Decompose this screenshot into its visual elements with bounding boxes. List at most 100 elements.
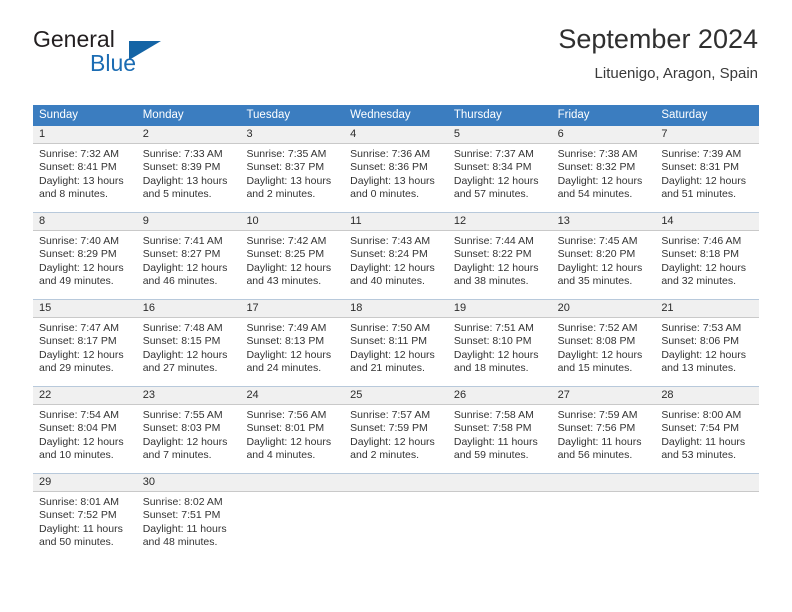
day-cell-27[interactable]: Sunrise: 7:59 AM Sunset: 7:56 PM Daylight:… <box>552 405 656 473</box>
title-block: September 2024 Lituenigo, Aragon, Spain <box>558 22 758 84</box>
day-daylight-text: and 35 minutes. <box>557 275 633 288</box>
day-cell-13[interactable]: Sunrise: 7:45 AM Sunset: 8:20 PM Daylight:… <box>552 231 656 299</box>
day-number-24[interactable]: 24 <box>240 387 344 404</box>
day-cell-15[interactable]: Sunrise: 7:47 AM Sunset: 8:17 PM Daylight:… <box>33 318 137 386</box>
calendar-weekday-header: Sunday Monday Tuesday Wednesday Thursday Frid… <box>33 105 759 126</box>
day-sunset-text: Sunset: 8:06 PM <box>661 335 739 348</box>
day-cell-4[interactable]: Sunrise: 7:36 AM Sunset: 8:36 PM Daylight:… <box>344 144 448 212</box>
page-title: September 2024 <box>558 24 758 54</box>
day-number-8[interactable]: 8 <box>33 213 137 230</box>
day-number-23[interactable]: 23 <box>137 387 241 404</box>
weekday-header-thursday: Thursday <box>453 109 502 121</box>
day-number-9[interactable]: 9 <box>137 213 241 230</box>
day-daylight-text: and 7 minutes. <box>142 449 212 462</box>
day-cell-16[interactable]: Sunrise: 7:48 AM Sunset: 8:15 PM Daylight:… <box>137 318 241 386</box>
day-number-22[interactable]: 22 <box>33 387 137 404</box>
day-cell-3[interactable]: Sunrise: 7:35 AM Sunset: 8:37 PM Daylight:… <box>240 144 344 212</box>
day-number-20[interactable]: 20 <box>552 300 656 317</box>
weekday-header-friday: Friday <box>557 109 590 121</box>
day-sunset-text: Sunset: 7:52 PM <box>39 509 117 522</box>
day-cell-25[interactable]: Sunrise: 7:57 AM Sunset: 7:59 PM Daylight:… <box>344 405 448 473</box>
day-number-11[interactable]: 11 <box>344 213 448 230</box>
day-cell-11[interactable]: Sunrise: 7:43 AM Sunset: 8:24 PM Daylight:… <box>344 231 448 299</box>
day-cell-2[interactable]: Sunrise: 7:33 AM Sunset: 8:39 PM Daylight:… <box>137 144 241 212</box>
day-number-2[interactable]: 2 <box>137 126 241 143</box>
day-number-26[interactable]: 26 <box>448 387 552 404</box>
day-cell-9[interactable]: Sunrise: 7:41 AM Sunset: 8:27 PM Daylight:… <box>137 231 241 299</box>
day-number-5[interactable]: 5 <box>448 126 552 143</box>
day-sunset-text: Sunset: 8:22 PM <box>453 248 532 261</box>
weekday-header-sunday: Sunday <box>39 109 79 121</box>
day-cell-29[interactable]: Sunrise: 8:01 AM Sunset: 7:52 PM Daylight:… <box>33 492 137 560</box>
day-number-14[interactable]: 14 <box>655 213 759 230</box>
day-cell-21[interactable]: Sunrise: 7:53 AM Sunset: 8:06 PM Daylight:… <box>655 318 759 386</box>
day-cell-30[interactable]: Sunrise: 8:02 AM Sunset: 7:51 PM Daylight:… <box>137 492 241 560</box>
day-number-6[interactable]: 6 <box>552 126 656 143</box>
day-sunset-text: Sunset: 8:04 PM <box>39 422 117 435</box>
day-sunset-text: Sunset: 7:59 PM <box>350 422 428 435</box>
day-cell-17[interactable]: Sunrise: 7:49 AM Sunset: 8:13 PM Daylight:… <box>240 318 344 386</box>
day-cell-12[interactable]: Sunrise: 7:44 AM Sunset: 8:22 PM Daylight:… <box>448 231 552 299</box>
day-number-empty <box>655 474 759 491</box>
day-cell-22[interactable]: Sunrise: 7:54 AM Sunset: 8:04 PM Daylight:… <box>33 405 137 473</box>
day-sunrise-text: Sunrise: 7:41 AM <box>142 235 223 247</box>
day-daylight-text: and 2 minutes. <box>246 188 316 201</box>
day-daylight-text: and 56 minutes. <box>557 449 633 462</box>
day-cell-6[interactable]: Sunrise: 7:38 AM Sunset: 8:32 PM Daylight:… <box>552 144 656 212</box>
day-cell-7[interactable]: Sunrise: 7:39 AM Sunset: 8:31 PM Daylight:… <box>655 144 759 212</box>
day-cell-26[interactable]: Sunrise: 7:58 AM Sunset: 7:58 PM Daylight:… <box>448 405 552 473</box>
day-sunrise-text: Sunrise: 7:35 AM <box>246 148 327 160</box>
day-sunrise-text: Sunrise: 7:57 AM <box>350 409 431 421</box>
day-number-15[interactable]: 15 <box>33 300 137 317</box>
day-cell-empty <box>552 492 656 560</box>
day-cell-23[interactable]: Sunrise: 7:55 AM Sunset: 8:03 PM Daylight:… <box>137 405 241 473</box>
day-daylight-text: Daylight: 13 hours <box>39 174 124 187</box>
day-sunrise-text: Sunrise: 7:56 AM <box>246 409 327 421</box>
day-number-10[interactable]: 10 <box>240 213 344 230</box>
day-daylight-text: Daylight: 12 hours <box>39 435 124 448</box>
week-detail-row: Sunrise: 7:54 AM Sunset: 8:04 PM Daylight:… <box>33 405 759 473</box>
day-daylight-text: and 2 minutes. <box>350 449 420 462</box>
day-cell-empty <box>344 492 448 560</box>
day-number-16[interactable]: 16 <box>137 300 241 317</box>
day-number-29[interactable]: 29 <box>33 474 137 491</box>
day-daylight-text: and 48 minutes. <box>142 536 218 549</box>
day-number-25[interactable]: 25 <box>344 387 448 404</box>
day-number-19[interactable]: 19 <box>448 300 552 317</box>
day-sunrise-text: Sunrise: 7:54 AM <box>39 409 119 421</box>
day-number-17[interactable]: 17 <box>240 300 344 317</box>
logo-general-blue[interactable]: General Blue <box>33 26 263 88</box>
day-number-30[interactable]: 30 <box>137 474 241 491</box>
calendar-week-row: 8 9 10 11 12 13 14 Sunrise: 7:40 AM Sunset: 8:29… <box>33 212 759 299</box>
day-number-18[interactable]: 18 <box>344 300 448 317</box>
day-cell-24[interactable]: Sunrise: 7:56 AM Sunset: 8:01 PM Daylight:… <box>240 405 344 473</box>
day-cell-28[interactable]: Sunrise: 8:00 AM Sunset: 7:54 PM Daylight:… <box>655 405 759 473</box>
day-number-4[interactable]: 4 <box>344 126 448 143</box>
day-daylight-text: Daylight: 12 hours <box>142 348 228 361</box>
calendar-week-row: 22 23 24 25 26 27 28 Sunrise: 7:54 AM Sunset: 8:… <box>33 386 759 473</box>
day-sunrise-text: Sunrise: 7:43 AM <box>350 235 431 247</box>
day-daylight-text: and 18 minutes. <box>453 362 529 375</box>
day-number-1[interactable]: 1 <box>33 126 137 143</box>
day-number-3[interactable]: 3 <box>240 126 344 143</box>
day-cell-18[interactable]: Sunrise: 7:50 AM Sunset: 8:11 PM Daylight:… <box>344 318 448 386</box>
day-number-12[interactable]: 12 <box>448 213 552 230</box>
day-cell-5[interactable]: Sunrise: 7:37 AM Sunset: 8:34 PM Daylight:… <box>448 144 552 212</box>
day-daylight-text: and 21 minutes. <box>350 362 425 375</box>
day-cell-19[interactable]: Sunrise: 7:51 AM Sunset: 8:10 PM Daylight:… <box>448 318 552 386</box>
day-cell-1[interactable]: Sunrise: 7:32 AM Sunset: 8:41 PM Daylight:… <box>33 144 137 212</box>
day-sunset-text: Sunset: 8:03 PM <box>142 422 221 435</box>
day-cell-14[interactable]: Sunrise: 7:46 AM Sunset: 8:18 PM Daylight:… <box>655 231 759 299</box>
day-number-13[interactable]: 13 <box>552 213 656 230</box>
day-sunset-text: Sunset: 8:24 PM <box>350 248 428 261</box>
day-daylight-text: and 59 minutes. <box>453 449 529 462</box>
day-cell-10[interactable]: Sunrise: 7:42 AM Sunset: 8:25 PM Daylight:… <box>240 231 344 299</box>
day-number-28[interactable]: 28 <box>655 387 759 404</box>
day-cell-20[interactable]: Sunrise: 7:52 AM Sunset: 8:08 PM Daylight:… <box>552 318 656 386</box>
day-number-7[interactable]: 7 <box>655 126 759 143</box>
day-cell-8[interactable]: Sunrise: 7:40 AM Sunset: 8:29 PM Daylight:… <box>33 231 137 299</box>
day-daylight-text: and 4 minutes. <box>246 449 316 462</box>
day-number-27[interactable]: 27 <box>552 387 656 404</box>
day-number-21[interactable]: 21 <box>655 300 759 317</box>
day-sunrise-text: Sunrise: 7:42 AM <box>246 235 327 247</box>
